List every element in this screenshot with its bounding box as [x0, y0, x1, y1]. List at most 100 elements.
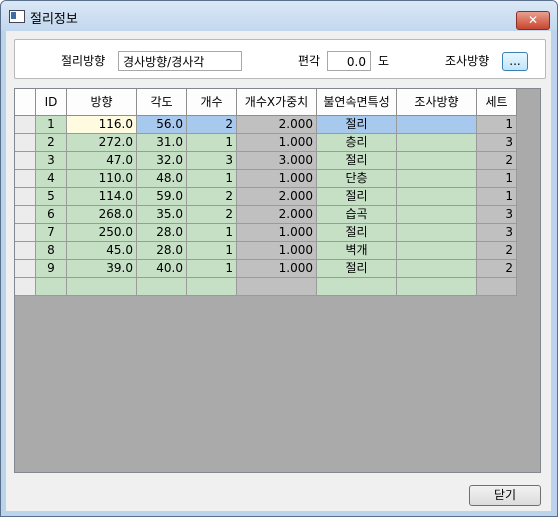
grid-cell-set[interactable]: 3 [477, 134, 517, 152]
grid-cell-angle[interactable]: 59.0 [137, 188, 187, 206]
grid-cell-id[interactable]: 9 [36, 260, 67, 278]
grid-cell-discontinuity-type[interactable]: 절리 [317, 152, 397, 170]
row-header[interactable] [15, 152, 36, 170]
grid-cell-discontinuity-type[interactable]: 절리 [317, 260, 397, 278]
grid-cell-direction[interactable]: 272.0 [67, 134, 137, 152]
grid-cell-survey-direction[interactable] [397, 224, 477, 242]
grid-cell-discontinuity-type[interactable]: 단층 [317, 170, 397, 188]
grid-cell-angle[interactable]: 31.0 [137, 134, 187, 152]
joint-direction-field[interactable]: 경사방향/경사각 [118, 51, 242, 71]
grid-cell-angle[interactable]: 28.0 [137, 242, 187, 260]
row-header[interactable] [15, 188, 36, 206]
row-header[interactable] [15, 116, 36, 134]
grid-cell-set[interactable]: 1 [477, 116, 517, 134]
grid-cell-id[interactable]: 2 [36, 134, 67, 152]
grid-cell-angle[interactable]: 28.0 [137, 224, 187, 242]
grid-cell-angle[interactable]: 35.0 [137, 206, 187, 224]
grid-cell-survey-direction[interactable] [397, 278, 477, 296]
grid-cell-direction[interactable]: 110.0 [67, 170, 137, 188]
grid-cell-discontinuity-type[interactable]: 층리 [317, 134, 397, 152]
grid-cell-count[interactable]: 1 [187, 134, 237, 152]
grid-cell-survey-direction[interactable] [397, 116, 477, 134]
row-header[interactable] [15, 134, 36, 152]
grid-cell-survey-direction[interactable] [397, 260, 477, 278]
grid-cell-discontinuity-type[interactable]: 절리 [317, 224, 397, 242]
grid-cell-weighted-count[interactable]: 1.000 [237, 170, 317, 188]
grid-cell-count[interactable]: 2 [187, 116, 237, 134]
grid-cell-direction[interactable]: 39.0 [67, 260, 137, 278]
grid-cell-weighted-count[interactable]: 2.000 [237, 188, 317, 206]
grid-cell-angle[interactable] [137, 278, 187, 296]
grid-cell-count[interactable]: 2 [187, 206, 237, 224]
grid-cell-id[interactable]: 3 [36, 152, 67, 170]
grid-cell-angle[interactable]: 40.0 [137, 260, 187, 278]
grid-cell-set[interactable]: 1 [477, 170, 517, 188]
grid-cell-set[interactable]: 2 [477, 152, 517, 170]
grid-cell-discontinuity-type[interactable]: 벽개 [317, 242, 397, 260]
row-header[interactable] [15, 224, 36, 242]
grid-cell-set[interactable]: 1 [477, 188, 517, 206]
grid-cell-id[interactable]: 7 [36, 224, 67, 242]
grid-cell-weighted-count[interactable] [237, 278, 317, 296]
column-header-angle[interactable]: 각도 [137, 89, 187, 116]
grid-cell-id[interactable]: 1 [36, 116, 67, 134]
column-header-direction[interactable]: 방향 [67, 89, 137, 116]
grid-cell-count[interactable]: 3 [187, 152, 237, 170]
grid-cell-direction[interactable] [67, 278, 137, 296]
grid-cell-direction[interactable]: 250.0 [67, 224, 137, 242]
grid-cell-weighted-count[interactable]: 2.000 [237, 206, 317, 224]
row-header[interactable] [15, 260, 36, 278]
column-header-id[interactable]: ID [36, 89, 67, 116]
grid-cell-count[interactable]: 1 [187, 224, 237, 242]
grid-cell-count[interactable] [187, 278, 237, 296]
survey-direction-button[interactable]: ... [502, 52, 528, 71]
grid-cell-angle[interactable]: 32.0 [137, 152, 187, 170]
grid-cell-direction[interactable]: 47.0 [67, 152, 137, 170]
grid-cell-direction[interactable]: 45.0 [67, 242, 137, 260]
grid-cell-set[interactable]: 2 [477, 242, 517, 260]
grid-cell-count[interactable]: 2 [187, 188, 237, 206]
grid-cell-set[interactable]: 2 [477, 260, 517, 278]
joint-data-grid[interactable]: ID 방향 각도 개수 개수X가중치 불연속면특성 조사방향 세트 1 116.0 56.0 2 2.0… [14, 88, 541, 473]
grid-cell-direction[interactable]: 116.0 [67, 116, 137, 134]
grid-cell-survey-direction[interactable] [397, 134, 477, 152]
row-header[interactable] [15, 170, 36, 188]
declination-field[interactable]: 0.0 [327, 51, 371, 71]
grid-cell-weighted-count[interactable]: 1.000 [237, 260, 317, 278]
grid-cell-id[interactable]: 6 [36, 206, 67, 224]
column-header-set[interactable]: 세트 [477, 89, 517, 116]
grid-cell-count[interactable]: 1 [187, 170, 237, 188]
grid-cell-angle[interactable]: 48.0 [137, 170, 187, 188]
grid-cell-weighted-count[interactable]: 2.000 [237, 116, 317, 134]
grid-cell-id[interactable] [36, 278, 67, 296]
grid-cell-set[interactable]: 3 [477, 224, 517, 242]
column-header-discontinuity-type[interactable]: 불연속면특성 [317, 89, 397, 116]
grid-cell-discontinuity-type[interactable] [317, 278, 397, 296]
grid-cell-id[interactable]: 4 [36, 170, 67, 188]
grid-cell-direction[interactable]: 114.0 [67, 188, 137, 206]
column-header-count[interactable]: 개수 [187, 89, 237, 116]
grid-cell-survey-direction[interactable] [397, 188, 477, 206]
column-header-survey-direction[interactable]: 조사방향 [397, 89, 477, 116]
grid-cell-discontinuity-type[interactable]: 절리 [317, 116, 397, 134]
row-header[interactable] [15, 242, 36, 260]
grid-cell-discontinuity-type[interactable]: 절리 [317, 188, 397, 206]
grid-cell-weighted-count[interactable]: 3.000 [237, 152, 317, 170]
grid-cell-survey-direction[interactable] [397, 152, 477, 170]
grid-cell-survey-direction[interactable] [397, 242, 477, 260]
grid-cell-set[interactable]: 3 [477, 206, 517, 224]
grid-cell-id[interactable]: 8 [36, 242, 67, 260]
grid-cell-weighted-count[interactable]: 1.000 [237, 224, 317, 242]
grid-cell-count[interactable]: 1 [187, 242, 237, 260]
column-header-weighted-count[interactable]: 개수X가중치 [237, 89, 317, 116]
grid-cell-survey-direction[interactable] [397, 170, 477, 188]
row-header[interactable] [15, 278, 36, 296]
grid-cell-angle[interactable]: 56.0 [137, 116, 187, 134]
grid-cell-count[interactable]: 1 [187, 260, 237, 278]
close-button[interactable]: 닫기 [469, 485, 541, 506]
grid-cell-direction[interactable]: 268.0 [67, 206, 137, 224]
window-close-button[interactable]: ✕ [516, 11, 550, 30]
row-header[interactable] [15, 206, 36, 224]
grid-cell-discontinuity-type[interactable]: 습곡 [317, 206, 397, 224]
grid-cell-survey-direction[interactable] [397, 206, 477, 224]
